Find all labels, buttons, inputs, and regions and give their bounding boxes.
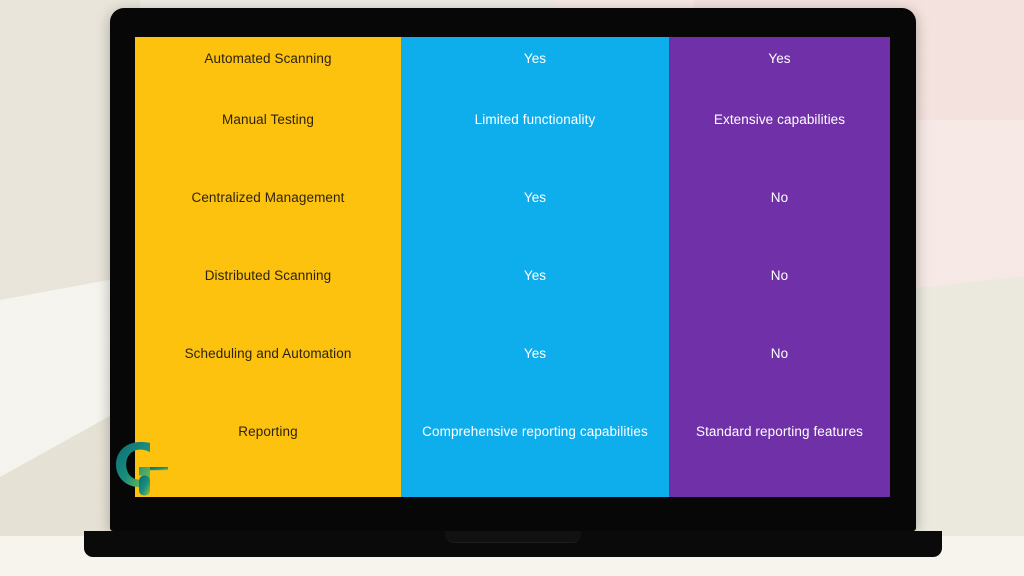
- table-cell-feature: Scheduling and Automation: [135, 315, 401, 393]
- table-cell-column-b: Yes: [669, 37, 890, 81]
- table-cell-column-b: No: [669, 159, 890, 237]
- table-cell-column-a: Yes: [401, 37, 669, 81]
- table-cell-column-a: Limited functionality: [401, 81, 669, 159]
- table-cell-column-a: Yes: [401, 237, 669, 315]
- table-cell-column-b: [669, 471, 890, 497]
- table-row: Distributed Scanning Yes No: [135, 237, 890, 315]
- table-cell-column-b: No: [669, 315, 890, 393]
- laptop-base-notch: [445, 531, 581, 543]
- table-row: Manual Testing Limited functionality Exten…: [135, 81, 890, 159]
- screenshot-stage: Automated Scanning Yes Yes Manual Testing Li…: [0, 0, 1024, 576]
- table-cell-feature: [135, 471, 401, 497]
- feature-comparison-table: Automated Scanning Yes Yes Manual Testing Li…: [135, 37, 890, 497]
- table-row: Reporting Comprehensive reporting capabil…: [135, 393, 890, 471]
- table-row: [135, 471, 890, 497]
- table-cell-feature: Automated Scanning: [135, 37, 401, 81]
- table-cell-feature: Centralized Management: [135, 159, 401, 237]
- table-cell-feature: Distributed Scanning: [135, 237, 401, 315]
- table-cell-feature: Reporting: [135, 393, 401, 471]
- table-cell-column-b: Standard reporting features: [669, 393, 890, 471]
- slide-content: Automated Scanning Yes Yes Manual Testing Li…: [135, 37, 890, 514]
- table-cell-column-a: Yes: [401, 159, 669, 237]
- laptop-mockup: Automated Scanning Yes Yes Manual Testing Li…: [84, 8, 942, 557]
- table-cell-column-b: No: [669, 237, 890, 315]
- table-row: Automated Scanning Yes Yes: [135, 37, 890, 81]
- table-body: Automated Scanning Yes Yes Manual Testing Li…: [135, 37, 890, 497]
- table-cell-column-a: Comprehensive reporting capabilities: [401, 393, 669, 471]
- table-row: Centralized Management Yes No: [135, 159, 890, 237]
- table-row: Scheduling and Automation Yes No: [135, 315, 890, 393]
- table-cell-feature: Manual Testing: [135, 81, 401, 159]
- table-cell-column-b: Extensive capabilities: [669, 81, 890, 159]
- table-cell-column-a: Yes: [401, 315, 669, 393]
- table-cell-column-a: [401, 471, 669, 497]
